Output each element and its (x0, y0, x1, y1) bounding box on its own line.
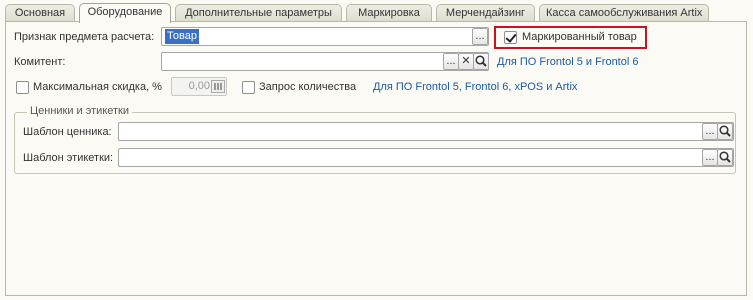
frontol-note-link-2[interactable]: Для ПО Frontol 5, Frontol 6, xPOS и Arti… (373, 81, 577, 93)
calculator-icon[interactable] (211, 80, 225, 93)
tab-self-checkout-artix[interactable]: Касса самообслуживания Artix (539, 4, 709, 22)
tab-main[interactable]: Основная (5, 4, 75, 22)
quantity-request-label: Запрос количества (259, 81, 357, 93)
payment-subject-label: Признак предмета расчета: (14, 31, 155, 43)
committent-search-button[interactable] (473, 53, 489, 70)
label-template-choose-button[interactable]: ... (702, 149, 718, 166)
committent-clear-button[interactable]: ✕ (458, 53, 474, 70)
max-discount-label: Максимальная скидка, % (33, 81, 162, 93)
payment-subject-value: Товар (165, 29, 199, 44)
label-template-label: Шаблон этикетки: (23, 152, 114, 164)
search-icon (475, 55, 487, 67)
labels-group-title: Ценники и этикетки (27, 105, 132, 117)
marked-goods-checkbox[interactable] (504, 31, 517, 44)
quantity-request-checkbox[interactable] (242, 81, 255, 94)
max-discount-value: 0,00 (188, 80, 210, 92)
payment-subject-choose-button[interactable]: ... (472, 28, 488, 45)
committent-choose-button[interactable]: ... (443, 53, 459, 70)
search-icon (719, 151, 731, 163)
frontol-note-link-1[interactable]: Для ПО Frontol 5 и Frontol 6 (497, 56, 638, 68)
clear-icon: ✕ (461, 55, 471, 67)
tab-additional-params[interactable]: Дополнительные параметры (175, 4, 342, 22)
payment-subject-field[interactable]: Товар (161, 27, 489, 46)
price-tag-template-field[interactable] (118, 122, 734, 141)
tab-marking[interactable]: Маркировка (346, 4, 432, 22)
max-discount-checkbox[interactable] (16, 81, 29, 94)
label-template-search-button[interactable] (717, 149, 733, 166)
price-tag-template-label: Шаблон ценника: (23, 126, 112, 138)
committent-label: Комитент: (14, 56, 66, 68)
label-template-field[interactable] (118, 148, 734, 167)
tab-bar: Основная Оборудование Дополнительные пар… (0, 0, 753, 23)
search-icon (719, 125, 731, 137)
price-tag-search-button[interactable] (717, 123, 733, 140)
committent-field[interactable] (161, 52, 489, 71)
tab-equipment[interactable]: Оборудование (79, 3, 171, 23)
price-tag-choose-button[interactable]: ... (702, 123, 718, 140)
marked-goods-label: Маркированный товар (522, 31, 637, 43)
tab-merchandising[interactable]: Мерчендайзинг (436, 4, 535, 22)
